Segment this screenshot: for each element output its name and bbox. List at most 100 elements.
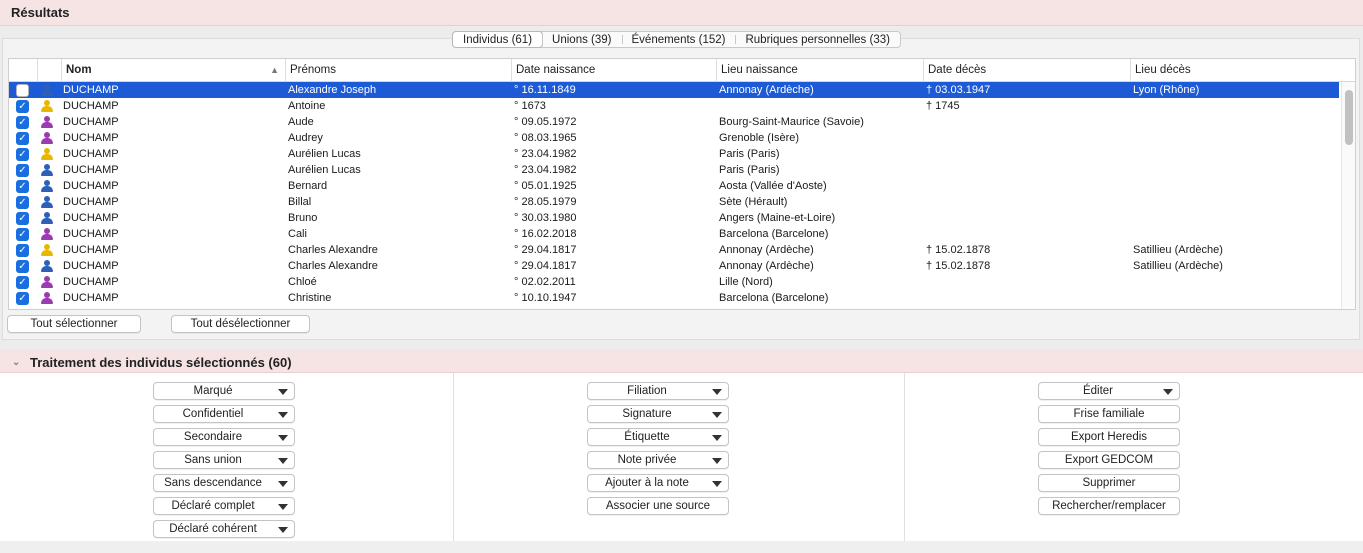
table-row[interactable]: ✓ DUCHAMP Cali ° 16.02.2018 Barcelona (Barce…	[9, 226, 1339, 242]
cell-date-naissance: ° 16.11.1849	[514, 84, 576, 96]
column-divider	[453, 373, 454, 541]
dropdown-arrow-icon	[278, 527, 288, 533]
cell-prenoms: Aurélien Lucas	[288, 164, 361, 176]
secondaire-dropdown[interactable]: Secondaire	[153, 428, 295, 446]
button-label: Sans descendance	[164, 477, 262, 489]
column-header-prenoms[interactable]: Prénoms	[285, 59, 511, 82]
column-header-gender[interactable]	[37, 59, 61, 82]
table-row[interactable]: ✓ DUCHAMP Christine ° 10.10.1947 Barcelona (…	[9, 290, 1339, 306]
deselect-all-button[interactable]: Tout désélectionner	[171, 315, 310, 333]
table-vertical-scrollbar[interactable]	[1341, 82, 1355, 309]
filiation-dropdown[interactable]: Filiation	[587, 382, 729, 400]
cell-lieu-naissance: Sète (Hérault)	[719, 196, 788, 208]
rechercher-remplacer-button[interactable]: Rechercher/remplacer	[1038, 497, 1180, 515]
checkbox-checked[interactable]: ✓	[16, 212, 29, 225]
table-row[interactable]: ✓ DUCHAMP Bruno ° 30.03.1980 Angers (Maine-e…	[9, 210, 1339, 226]
note-privee-dropdown[interactable]: Note privée	[587, 451, 729, 469]
cell-lieu-deces	[1133, 210, 1337, 226]
signature-dropdown[interactable]: Signature	[587, 405, 729, 423]
checkbox-checked[interactable]: ✓	[16, 276, 29, 289]
column-header-nom[interactable]: Nom ▲	[61, 59, 285, 82]
sans-descendance-dropdown[interactable]: Sans descendance	[153, 474, 295, 492]
checkbox-checked[interactable]: ✓	[16, 180, 29, 193]
column-header-date-deces[interactable]: Date décès	[923, 59, 1130, 82]
cell-date-deces	[926, 178, 1128, 194]
table-row[interactable]: ✓ DUCHAMP Aurélien Lucas ° 23.04.1982 Paris …	[9, 162, 1339, 178]
column-header-lieu-deces[interactable]: Lieu décès	[1130, 59, 1355, 82]
editer-dropdown[interactable]: Éditer	[1038, 382, 1180, 400]
column-header-lieu-naissance[interactable]: Lieu naissance	[716, 59, 923, 82]
cell-lieu-deces	[1133, 162, 1337, 178]
export-heredis-button[interactable]: Export Heredis	[1038, 428, 1180, 446]
checkbox-checked[interactable]: ✓	[16, 292, 29, 305]
export-gedcom-button[interactable]: Export GEDCOM	[1038, 451, 1180, 469]
dropdown-arrow-icon	[278, 389, 288, 395]
button-label: Étiquette	[624, 431, 670, 443]
supprimer-button[interactable]: Supprimer	[1038, 474, 1180, 492]
checkbox-checked[interactable]: ✓	[16, 196, 29, 209]
cell-date-deces	[926, 114, 1128, 130]
table-row[interactable]: ✓ DUCHAMP Chloé ° 02.02.2011 Lille (Nord)	[9, 274, 1339, 290]
checkbox-checked[interactable]: ✓	[16, 260, 29, 273]
table-row[interactable]: ✓ DUCHAMP Bernard ° 05.01.1925 Aosta (Vallée…	[9, 178, 1339, 194]
cell-lieu-naissance	[719, 98, 921, 114]
cell-date-deces	[926, 290, 1128, 306]
confidentiel-dropdown[interactable]: Confidentiel	[153, 405, 295, 423]
cell-date-deces	[926, 226, 1128, 242]
checkbox-checked[interactable]: ✓	[16, 228, 29, 241]
person-female-icon	[41, 276, 53, 289]
table-row[interactable]: ✓ DUCHAMP Audrey ° 08.03.1965 Grenoble (Isèr…	[9, 130, 1339, 146]
table-row[interactable]: ✓ DUCHAMP Billal ° 28.05.1979 Sète (Hérault)	[9, 194, 1339, 210]
checkbox-checked[interactable]: ✓	[16, 116, 29, 129]
treatment-section-header[interactable]: ⌄ Traitement des individus sélectionnés …	[0, 349, 1363, 373]
dropdown-arrow-icon	[712, 389, 722, 395]
declare-coherent-dropdown[interactable]: Déclaré cohérent	[153, 520, 295, 538]
checkbox-checked[interactable]: ✓	[16, 148, 29, 161]
checkbox-checked[interactable]: ✓	[16, 132, 29, 145]
person-male-icon	[41, 260, 53, 273]
button-label: Secondaire	[183, 431, 243, 443]
cell-lieu-deces	[1133, 98, 1337, 114]
chevron-down-icon[interactable]: ⌄	[12, 357, 26, 368]
select-all-button[interactable]: Tout sélectionner	[7, 315, 141, 333]
column-header-date-naissance[interactable]: Date naissance	[511, 59, 716, 82]
cell-date-naissance: ° 29.04.1817	[514, 260, 577, 272]
table-row[interactable]: ✓ DUCHAMP Aurélien Lucas ° 23.04.1982 Paris …	[9, 146, 1339, 162]
table-row[interactable]: ✓ DUCHAMP Aude ° 09.05.1972 Bourg-Saint-Maur…	[9, 114, 1339, 130]
cell-nom: DUCHAMP	[63, 276, 119, 288]
cell-prenoms: Aurélien Lucas	[288, 148, 361, 160]
table-row[interactable]: ✓ DUCHAMP Charles Alexandre ° 29.04.1817 Ann…	[9, 242, 1339, 258]
cell-lieu-naissance: Barcelona (Barcelone)	[719, 292, 829, 304]
marque-dropdown[interactable]: Marqué	[153, 382, 295, 400]
checkbox-checked[interactable]: ✓	[16, 164, 29, 177]
tab-unions[interactable]: Unions (39)	[542, 32, 621, 47]
cell-lieu-deces	[1133, 114, 1337, 130]
tab-rubriques-personnelles[interactable]: Rubriques personnelles (33)	[735, 32, 899, 47]
cell-nom: DUCHAMP	[63, 180, 119, 192]
cell-date-naissance: ° 23.04.1982	[514, 148, 577, 160]
ajouter-a-la-note-dropdown[interactable]: Ajouter à la note	[587, 474, 729, 492]
tab-individus[interactable]: Individus (61)	[453, 32, 543, 47]
declare-complet-dropdown[interactable]: Déclaré complet	[153, 497, 295, 515]
button-label: Marqué	[193, 385, 233, 397]
etiquette-dropdown[interactable]: Étiquette	[587, 428, 729, 446]
table-row[interactable]: DUCHAMP Alexandre Joseph ° 16.11.1849 Annon…	[9, 82, 1339, 98]
cell-lieu-naissance: Annonay (Ardèche)	[719, 84, 814, 96]
checkbox-checked[interactable]: ✓	[16, 100, 29, 113]
checkbox-checked[interactable]: ✓	[16, 244, 29, 257]
tab-evenements[interactable]: Événements (152)	[621, 32, 736, 47]
table-row[interactable]: ✓ DUCHAMP Antoine ° 1673 † 1745	[9, 98, 1339, 114]
checkbox-unchecked[interactable]	[16, 84, 29, 97]
associer-une-source-button[interactable]: Associer une source	[587, 497, 729, 515]
sort-ascending-icon: ▲	[270, 65, 279, 75]
cell-lieu-naissance: Annonay (Ardèche)	[719, 260, 814, 272]
dropdown-arrow-icon	[712, 435, 722, 441]
results-tabbar: Individus (61) Unions (39) Événements (1…	[452, 31, 901, 48]
sans-union-dropdown[interactable]: Sans union	[153, 451, 295, 469]
scrollbar-thumb[interactable]	[1345, 90, 1353, 145]
column-header-check[interactable]	[9, 59, 37, 82]
table-row[interactable]: ✓ DUCHAMP Charles Alexandre ° 29.04.1817 Ann…	[9, 258, 1339, 274]
cell-date-deces: † 15.02.1878	[926, 244, 991, 256]
person-male-icon	[41, 196, 53, 209]
frise-familiale-button[interactable]: Frise familiale	[1038, 405, 1180, 423]
